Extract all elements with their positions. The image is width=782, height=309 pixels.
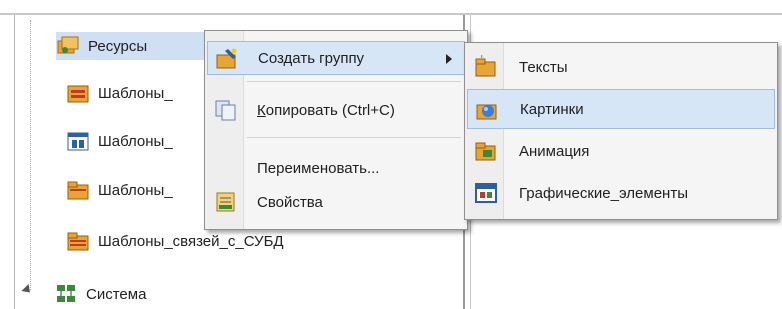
tree-item-label: Шаблоны_связей_с_СУБД <box>98 232 284 250</box>
menu-separator <box>247 81 461 82</box>
menu-separator <box>247 137 461 138</box>
submenu-item-animation[interactable]: Анимация <box>467 131 775 171</box>
submenu-arrow-icon <box>446 54 452 64</box>
tree-item-db-templates[interactable]: Шаблоны_связей_с_СУБД <box>66 227 284 255</box>
templates-folder-icon <box>66 82 90 104</box>
tree-item-label: Система <box>86 285 147 303</box>
tree-item-templates-1[interactable]: Шаблоны_ <box>66 79 173 107</box>
copy-icon <box>213 98 239 122</box>
menu-item-label: Свойства <box>257 193 323 211</box>
templates-folder-icon <box>66 230 90 252</box>
menu-item-label: Переименовать... <box>257 159 380 177</box>
create-group-submenu: T Тексты Картинки Анимация Графические_э… <box>464 42 778 220</box>
svg-text:T: T <box>479 55 484 60</box>
system-network-icon <box>54 283 78 305</box>
menu-item-copy[interactable]: Копировать (Ctrl+C) <box>207 93 465 127</box>
pictures-folder-icon <box>474 98 500 122</box>
menu-item-label: Картинки <box>520 100 584 118</box>
tree-item-templates-2[interactable]: Шаблоны_ <box>66 127 173 155</box>
context-menu: Создать группу Копировать (Ctrl+C) Переи… <box>204 30 468 230</box>
create-group-icon <box>214 47 240 71</box>
tree-item-label: Ресурсы <box>88 37 148 55</box>
window-templates-icon <box>66 130 90 152</box>
tree-item-templates-3[interactable]: Шаблоны_ <box>66 176 173 204</box>
tree-item-label: Шаблоны_ <box>98 132 173 150</box>
menu-item-label: Анимация <box>519 142 590 160</box>
submenu-item-graphic-elements[interactable]: Графические_элементы <box>467 173 775 213</box>
menu-item-label: Копировать (Ctrl+C) <box>257 101 395 119</box>
menu-item-label: Тексты <box>519 58 568 76</box>
tree-item-system[interactable]: Система <box>54 280 146 308</box>
menu-item-properties[interactable]: Свойства <box>207 185 465 219</box>
menu-item-label: Создать группу <box>258 49 365 67</box>
tree-item-resources[interactable]: Ресурсы <box>56 32 206 60</box>
tree-item-label: Шаблоны_ <box>98 84 173 102</box>
texts-folder-icon: T <box>473 53 499 79</box>
menu-item-rename[interactable]: Переименовать... <box>207 151 465 185</box>
properties-icon <box>213 190 239 214</box>
resources-folder-icon <box>56 35 80 57</box>
submenu-item-pictures[interactable]: Картинки <box>467 89 775 129</box>
templates-folder-icon <box>66 179 90 201</box>
menu-item-label: Графические_элементы <box>519 184 688 202</box>
tree-item-label: Шаблоны_ <box>98 181 173 199</box>
menu-item-create-group[interactable]: Создать группу <box>207 41 465 75</box>
animation-folder-icon <box>473 139 499 163</box>
tree-guide-line <box>30 20 32 290</box>
submenu-item-texts[interactable]: T Тексты <box>467 47 775 87</box>
graphic-elements-icon <box>473 181 499 205</box>
